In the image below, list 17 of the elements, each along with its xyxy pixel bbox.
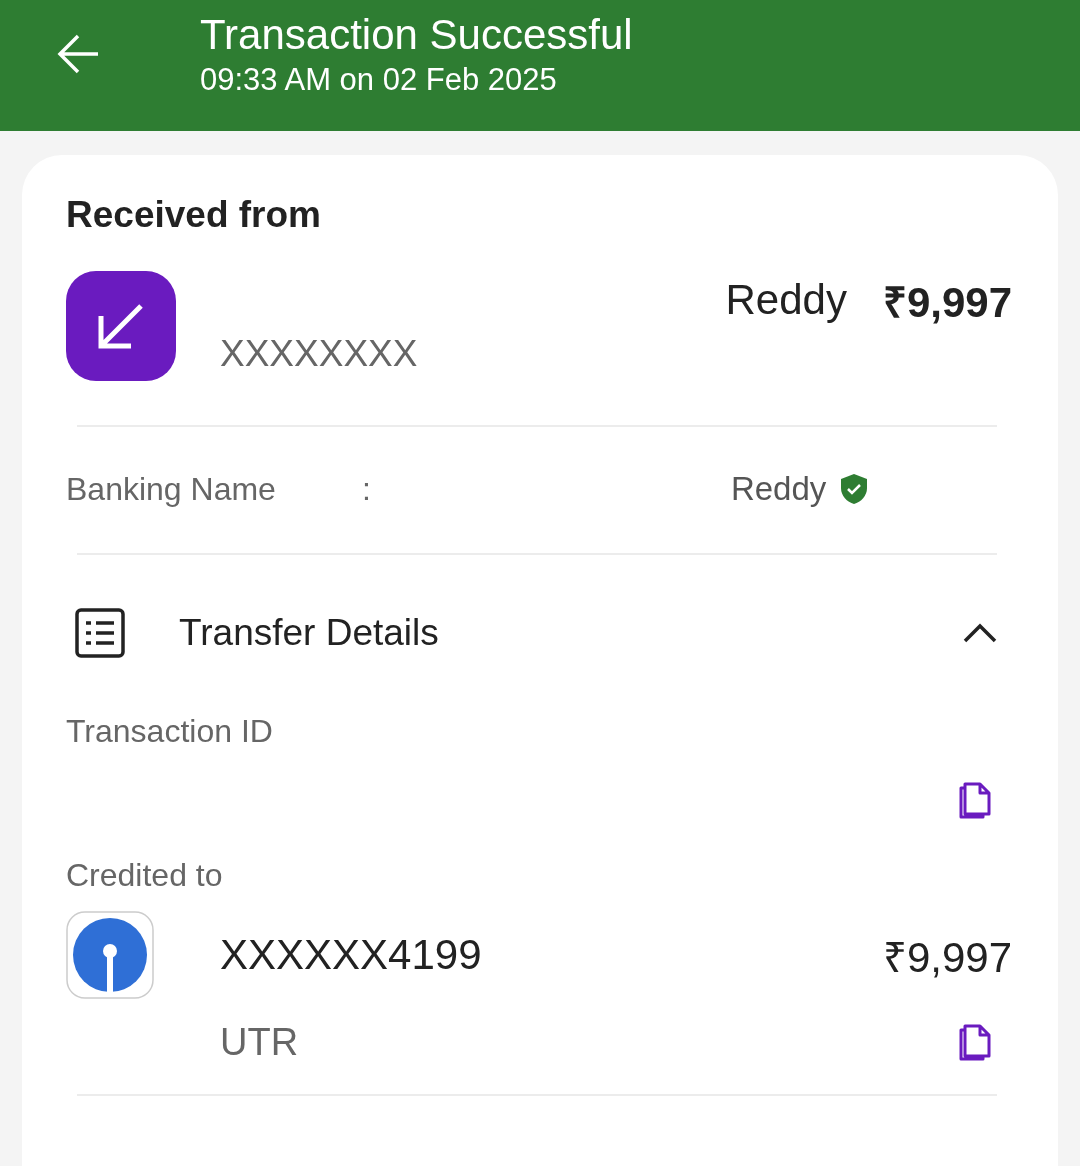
transfer-details-toggle[interactable]: Transfer Details <box>66 555 1012 711</box>
list-icon <box>75 608 125 658</box>
credited-account: XXXXXX4199 <box>220 931 483 979</box>
page-title: Transaction Successful <box>200 12 633 58</box>
field-label: Transaction ID <box>66 712 274 751</box>
banking-name: Reddy <box>730 470 827 508</box>
transaction-time: 09:33 AM on 02 Feb 2025 <box>200 61 558 99</box>
credited-amount: ₹9,997 <box>882 932 1012 983</box>
utr-label: UTR <box>220 1021 299 1064</box>
sender-name: Reddy <box>725 276 847 324</box>
field-label: Banking Name <box>66 470 277 508</box>
section-heading: Received from <box>66 193 322 237</box>
amount: ₹9,997 <box>882 277 1012 328</box>
sender-account: XXXXXXXX <box>220 333 419 375</box>
bank-logo-icon <box>66 911 154 999</box>
separator: : <box>362 470 371 508</box>
field-label: Credited to <box>66 856 224 895</box>
